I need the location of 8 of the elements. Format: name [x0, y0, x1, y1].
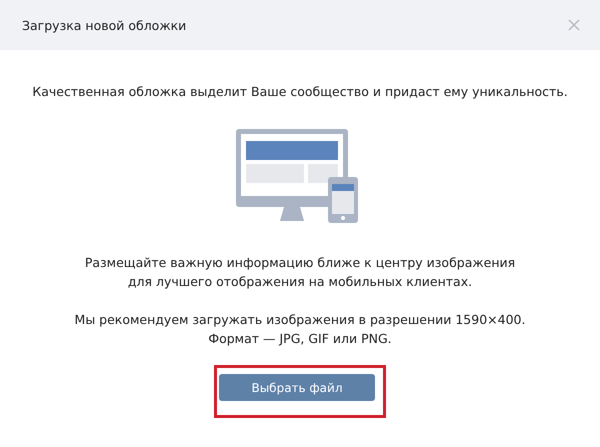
- info-text: Формат — JPG, GIF или PNG.: [208, 330, 392, 348]
- info-text: для лучшего отображения на мобильных клиентах.: [128, 273, 472, 291]
- close-icon[interactable]: [568, 19, 580, 31]
- intro-text: Качественная обложка выделит Ваше сообщество и придаст ему уникальность.: [32, 84, 568, 99]
- window-title: Загрузка новой обложки: [22, 18, 186, 32]
- info-text: Мы рекомендуем загружать изображения в разрешении 1590×400.: [74, 311, 526, 329]
- choose-file-button[interactable]: Выбрать файл: [219, 374, 375, 401]
- info-text: Размещайте важную информацию ближе к центру изображения: [84, 254, 516, 272]
